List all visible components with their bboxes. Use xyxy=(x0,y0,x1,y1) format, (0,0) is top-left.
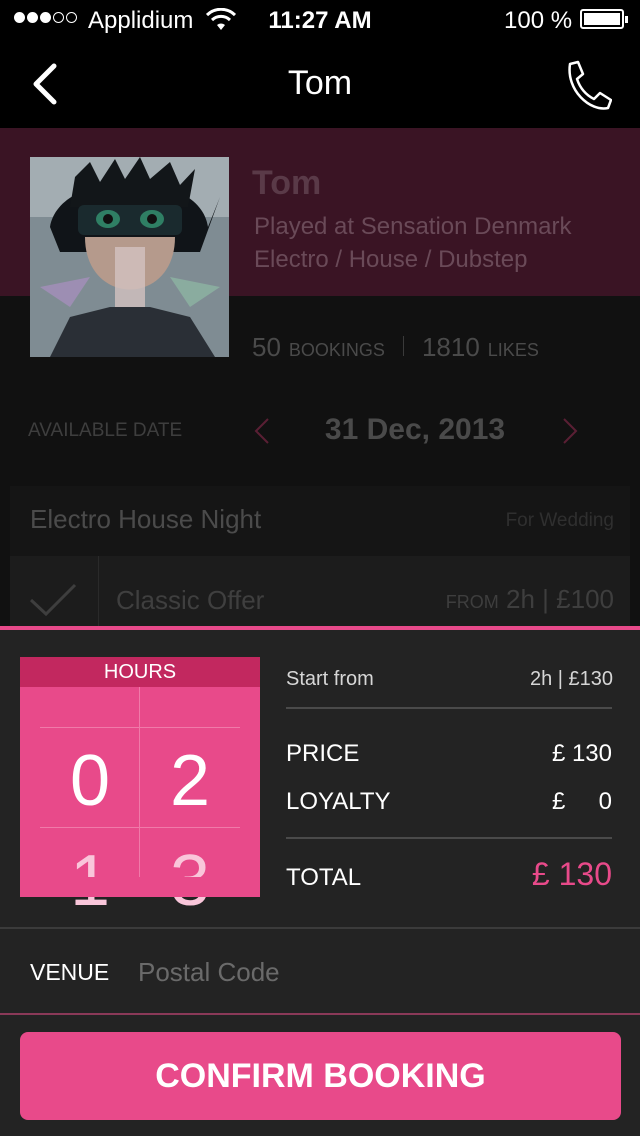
hours-ones-digit[interactable]: 2 xyxy=(140,740,240,822)
bookings-count: 50 xyxy=(252,332,281,362)
venue-label: VENUE xyxy=(30,959,110,985)
phone-icon[interactable] xyxy=(560,58,612,114)
summary-divider-bottom xyxy=(286,837,612,839)
bookings-label: BOOKINGS xyxy=(288,340,385,360)
offer-price-value: 2h | £100 xyxy=(506,584,614,614)
total-value: £ 130 xyxy=(531,856,612,892)
likes-label: LIKES xyxy=(487,340,539,360)
stats-divider xyxy=(402,336,404,356)
start-from-label: Start from xyxy=(286,668,374,690)
likes-count: 1810 xyxy=(421,332,480,362)
picker-bottom-edge xyxy=(20,877,260,897)
dj-avatar xyxy=(30,157,229,357)
dj-stats: 50 BOOKINGS 1810 LIKES xyxy=(252,332,539,363)
nav-title: Tom xyxy=(287,64,353,102)
dj-played-at: Played at Sensation Denmark xyxy=(254,213,572,240)
postal-code-input[interactable] xyxy=(138,954,598,990)
next-date-chevron-icon[interactable] xyxy=(560,416,580,446)
start-from-value: 2h | £130 xyxy=(529,668,613,690)
hours-picker-label: HOURS xyxy=(20,657,260,687)
price-label: PRICE xyxy=(286,740,360,767)
status-bar: Applidium 11:27 AM 100 % xyxy=(0,0,640,40)
event-name: Electro House Night xyxy=(30,504,262,534)
offer-from-label: FROM xyxy=(445,592,499,612)
previous-date-chevron-icon[interactable] xyxy=(252,416,272,446)
available-date: 31 Dec, 2013 xyxy=(324,413,506,446)
offer-price: FROM 2h | £100 xyxy=(380,584,614,615)
picker-selection-top-line xyxy=(40,727,240,728)
loyalty-value: £ 0 xyxy=(551,788,612,815)
battery-icon xyxy=(580,9,628,29)
total-label: TOTAL xyxy=(286,864,362,891)
dj-genres: Electro / House / Dubstep xyxy=(254,246,528,273)
battery-percentage: 100 % xyxy=(504,7,573,34)
checkmark-icon xyxy=(29,583,77,617)
picker-selection-bottom-line xyxy=(40,827,240,828)
summary-divider-top xyxy=(286,707,612,709)
dj-name: Tom xyxy=(252,164,322,202)
loyalty-label: LOYALTY xyxy=(286,788,391,815)
event-type: For Wedding xyxy=(505,510,614,531)
offer-name: Classic Offer xyxy=(116,585,265,615)
price-value: £ 130 xyxy=(551,740,612,767)
hours-tens-digit[interactable]: 0 xyxy=(40,740,140,822)
available-date-label: AVAILABLE DATE xyxy=(28,420,183,441)
venue-separator xyxy=(0,927,640,929)
confirm-booking-button[interactable]: CONFIRM BOOKING xyxy=(20,1032,621,1120)
venue-underline xyxy=(0,1013,640,1015)
